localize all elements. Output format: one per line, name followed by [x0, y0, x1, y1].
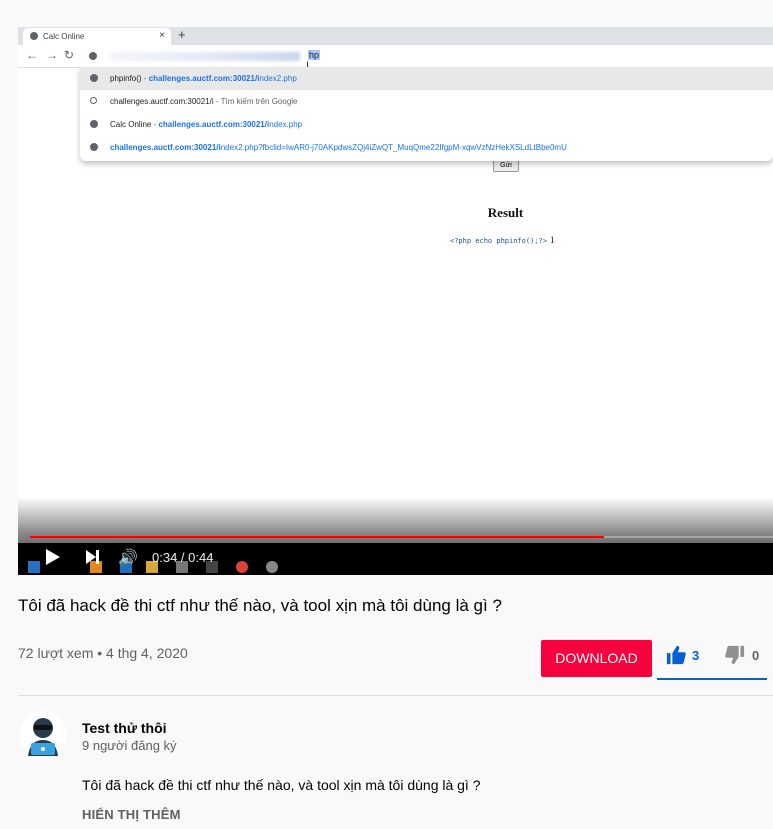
suggestion-url-rest: ndex.php [269, 120, 303, 129]
address-text: hp [308, 50, 321, 60]
video-description: Tôi đã hack đề thi ctf như thế nào, và t… [82, 777, 481, 793]
progress-bar[interactable] [30, 536, 773, 538]
omnibox-suggestions: phpinfo() - challenges.auctf.com:30021/i… [80, 67, 773, 161]
suggestion-prefix: challenges.auctf.com:30021/i [110, 97, 214, 106]
browser-toolbar: ← → ↻ hp [18, 45, 773, 68]
download-button[interactable]: DOWNLOAD [541, 640, 652, 677]
volume-icon[interactable]: 🔊 [118, 548, 138, 568]
divider [18, 695, 773, 696]
forward-icon[interactable]: → [46, 48, 58, 62]
like-count: 3 [692, 648, 700, 663]
blurred-address-text [110, 52, 300, 61]
code-result: 1 [549, 235, 555, 245]
globe-icon [90, 120, 98, 128]
globe-icon [30, 32, 38, 40]
dislike-icon[interactable] [724, 645, 746, 670]
globe-icon [90, 143, 98, 151]
globe-icon [90, 74, 98, 82]
result-heading: Result [487, 205, 524, 220]
show-more-button[interactable]: HIỂN THỊ THÊM [82, 807, 181, 822]
time-display: 0:34 / 0:44 [152, 550, 214, 565]
new-tab-icon[interactable]: + [178, 27, 186, 42]
submit-button[interactable]: Gửi [493, 160, 519, 172]
dislike-count: 0 [752, 648, 760, 663]
sentiment-bar [657, 678, 767, 680]
player-controls: 🔊 0:34 / 0:44 [18, 543, 773, 575]
suggestion-item[interactable]: challenges.auctf.com:30021/i - Tìm kiếm … [80, 90, 773, 113]
address-bar[interactable]: hp [80, 47, 773, 65]
suggestion-url-rest: ndex2.php?fbclid=IwAR0-j70AKpdwsZQj4iZwQ… [220, 143, 567, 152]
video-meta: 72 lượt xem • 4 thg 4, 2020 [18, 645, 188, 661]
progress-played [30, 536, 605, 538]
subscriber-count: 9 người đăng ký [82, 738, 177, 753]
video-title: Tôi đã hack đề thi ctf như thế nào, và t… [18, 596, 502, 615]
reload-icon[interactable]: ↻ [64, 48, 74, 62]
result-code: <?php echo phpinfo();?> 1 [450, 235, 554, 245]
channel-name[interactable]: Test thử thôi [82, 720, 167, 736]
like-icon[interactable] [665, 645, 687, 670]
video-player[interactable]: Calc Online × + ← → ↻ hp I Gửi Result <?… [18, 27, 773, 575]
avatar[interactable] [18, 710, 68, 760]
back-icon[interactable]: ← [26, 48, 38, 62]
app-icon [266, 561, 278, 573]
globe-icon [89, 52, 97, 60]
browser-tab-strip: Calc Online × + [18, 27, 773, 45]
play-icon[interactable] [46, 549, 60, 565]
suggestion-item[interactable]: Calc Online - challenges.auctf.com:30021… [80, 113, 773, 136]
suggestion-url-rest: ndex2.php [259, 74, 297, 83]
suggestion-prefix: phpinfo() [110, 74, 142, 83]
close-icon[interactable]: × [159, 30, 165, 41]
suggestion-url-bold: challenges.auctf.com:30021/i [110, 143, 221, 152]
suggestion-prefix: Calc Online [110, 120, 152, 129]
search-icon [90, 97, 97, 104]
suggestion-url-rest: Tìm kiếm trên Google [220, 97, 298, 106]
suggestion-item[interactable]: phpinfo() - challenges.auctf.com:30021/i… [80, 67, 773, 90]
chrome-icon [236, 561, 248, 573]
suggestion-url-bold: challenges.auctf.com:30021/i [158, 120, 270, 129]
windows-icon [28, 561, 40, 573]
suggestion-item[interactable]: challenges.auctf.com:30021/index2.php?fb… [80, 136, 773, 159]
code-line: <?php echo phpinfo();?> [450, 237, 547, 245]
browser-tab[interactable]: Calc Online × [23, 28, 171, 45]
suggestion-separator: - [141, 74, 149, 83]
suggestion-separator: - [213, 97, 221, 106]
tab-title: Calc Online [43, 32, 85, 41]
suggestion-url-bold: challenges.auctf.com:30021/i [148, 74, 260, 83]
